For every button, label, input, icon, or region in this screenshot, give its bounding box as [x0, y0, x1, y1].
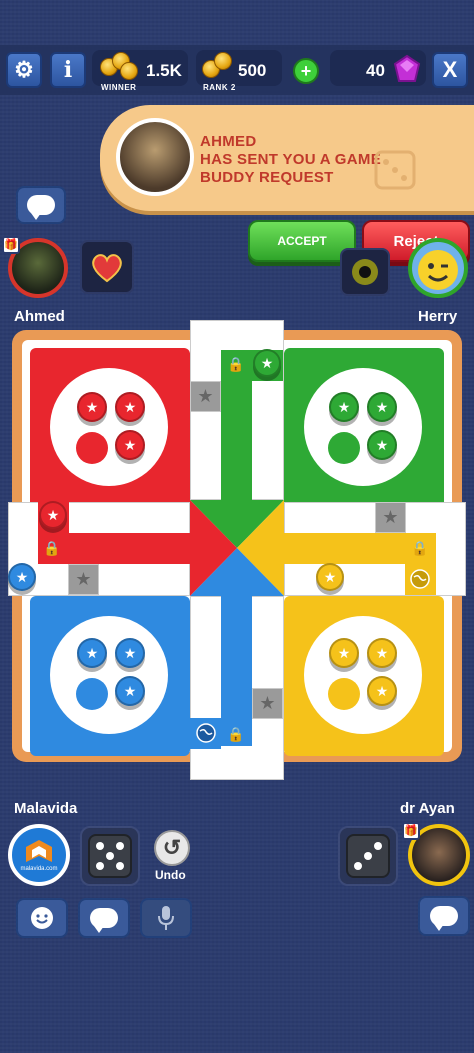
lock-icon: 🔒 [227, 725, 245, 742]
chat-button-right[interactable] [418, 896, 470, 936]
player-name-top-left: Ahmed [14, 308, 65, 325]
winner-coins-value: 1.5K [146, 61, 182, 80]
home-yellow [284, 596, 444, 756]
notification-sender: Ahmed [200, 133, 257, 150]
notification-line: has sent you a game [200, 151, 381, 168]
lock-icon: 🔒 [227, 355, 245, 372]
undo-icon: ↺ [162, 835, 182, 860]
gems-value: 40 [366, 61, 385, 80]
heart-emote [80, 240, 134, 294]
token-blue[interactable]: ★ [115, 638, 145, 668]
token-yellow[interactable]: ★ [316, 563, 344, 591]
chat-bubble-icon [430, 906, 458, 931]
player-name-bottom-left: Malavida [14, 800, 78, 817]
undo-button[interactable]: ↺ [154, 830, 190, 866]
coin-icon [214, 52, 232, 70]
rank-label: RANK 2 [203, 83, 236, 92]
dice-bottom-left[interactable] [80, 826, 140, 886]
microphone-icon [158, 906, 174, 930]
chat-bubble-icon [27, 195, 55, 220]
eye-icon [352, 259, 378, 285]
chat-button[interactable] [78, 898, 130, 938]
notification-line: buddy request [200, 169, 334, 186]
eye-emote [340, 248, 390, 296]
gear-icon: ⚙ [14, 57, 34, 82]
globe-icon [409, 568, 431, 590]
mic-button[interactable] [140, 898, 192, 938]
rank-coins-value: 500 [238, 61, 267, 80]
safe-star-cell: ★ [190, 381, 221, 412]
lock-icon: 🔒 [411, 539, 429, 556]
token-blue[interactable]: ★ [77, 638, 107, 668]
winner-label: WINNER [101, 83, 137, 92]
malavida-url: malavida.com [20, 866, 58, 872]
safe-star-cell: ★ [252, 688, 283, 719]
token-red[interactable]: ★ [39, 501, 67, 529]
notification-message: Ahmed has sent you a game buddy request [200, 133, 400, 187]
close-button[interactable]: X [432, 52, 468, 88]
token-red[interactable]: ★ [115, 430, 145, 460]
gem-icon [392, 54, 422, 84]
heart-icon [92, 254, 122, 283]
avatar-malavida[interactable]: malavida.com [8, 824, 70, 886]
requester-avatar [116, 118, 194, 196]
player-name-top-right: Herry [418, 308, 458, 325]
token-green[interactable]: ★ [253, 349, 281, 377]
dice-decoration-icon [372, 148, 420, 192]
center-finish [190, 500, 284, 596]
empty-slot-green [328, 432, 360, 464]
smiley-icon [31, 907, 53, 929]
coin-icon [120, 62, 138, 80]
home-green [284, 348, 444, 508]
empty-slot-red [76, 432, 108, 464]
dice-bottom-right[interactable] [338, 826, 398, 886]
lock-icon: 🔒 [43, 539, 61, 556]
token-red[interactable]: ★ [77, 392, 107, 422]
token-green[interactable]: ★ [329, 392, 359, 422]
token-yellow[interactable]: ★ [367, 676, 397, 706]
empty-slot-yellow [328, 678, 360, 710]
add-coins-button[interactable]: + [293, 58, 319, 84]
info-button[interactable]: i [50, 52, 86, 88]
home-blue [30, 596, 190, 756]
token-yellow[interactable]: ★ [329, 638, 359, 668]
gift-icon[interactable]: 🎁 [402, 822, 420, 840]
settings-button[interactable]: ⚙ [6, 52, 42, 88]
avatar-herry[interactable] [408, 238, 468, 298]
home-red [30, 348, 190, 508]
token-blue[interactable]: ★ [8, 563, 36, 591]
emoji-button[interactable] [16, 898, 68, 938]
player-name-bottom-right: dr Ayan [400, 800, 455, 817]
token-blue[interactable]: ★ [115, 676, 145, 706]
dice-three-icon [346, 834, 390, 878]
malavida-logo-icon [26, 840, 52, 862]
emoji-face-icon [418, 250, 458, 290]
safe-star-cell: ★ [68, 564, 99, 595]
empty-slot-blue [76, 678, 108, 710]
token-red[interactable]: ★ [115, 392, 145, 422]
token-yellow[interactable]: ★ [367, 638, 397, 668]
token-green[interactable]: ★ [367, 392, 397, 422]
gift-icon[interactable]: 🎁 [2, 236, 20, 254]
chat-bubble-icon [90, 908, 118, 933]
token-green[interactable]: ★ [367, 430, 397, 460]
undo-label: Undo [155, 868, 186, 882]
chat-button[interactable] [16, 186, 66, 224]
dice-five-icon [88, 834, 132, 878]
globe-icon [195, 722, 217, 744]
safe-star-cell: ★ [375, 502, 406, 533]
